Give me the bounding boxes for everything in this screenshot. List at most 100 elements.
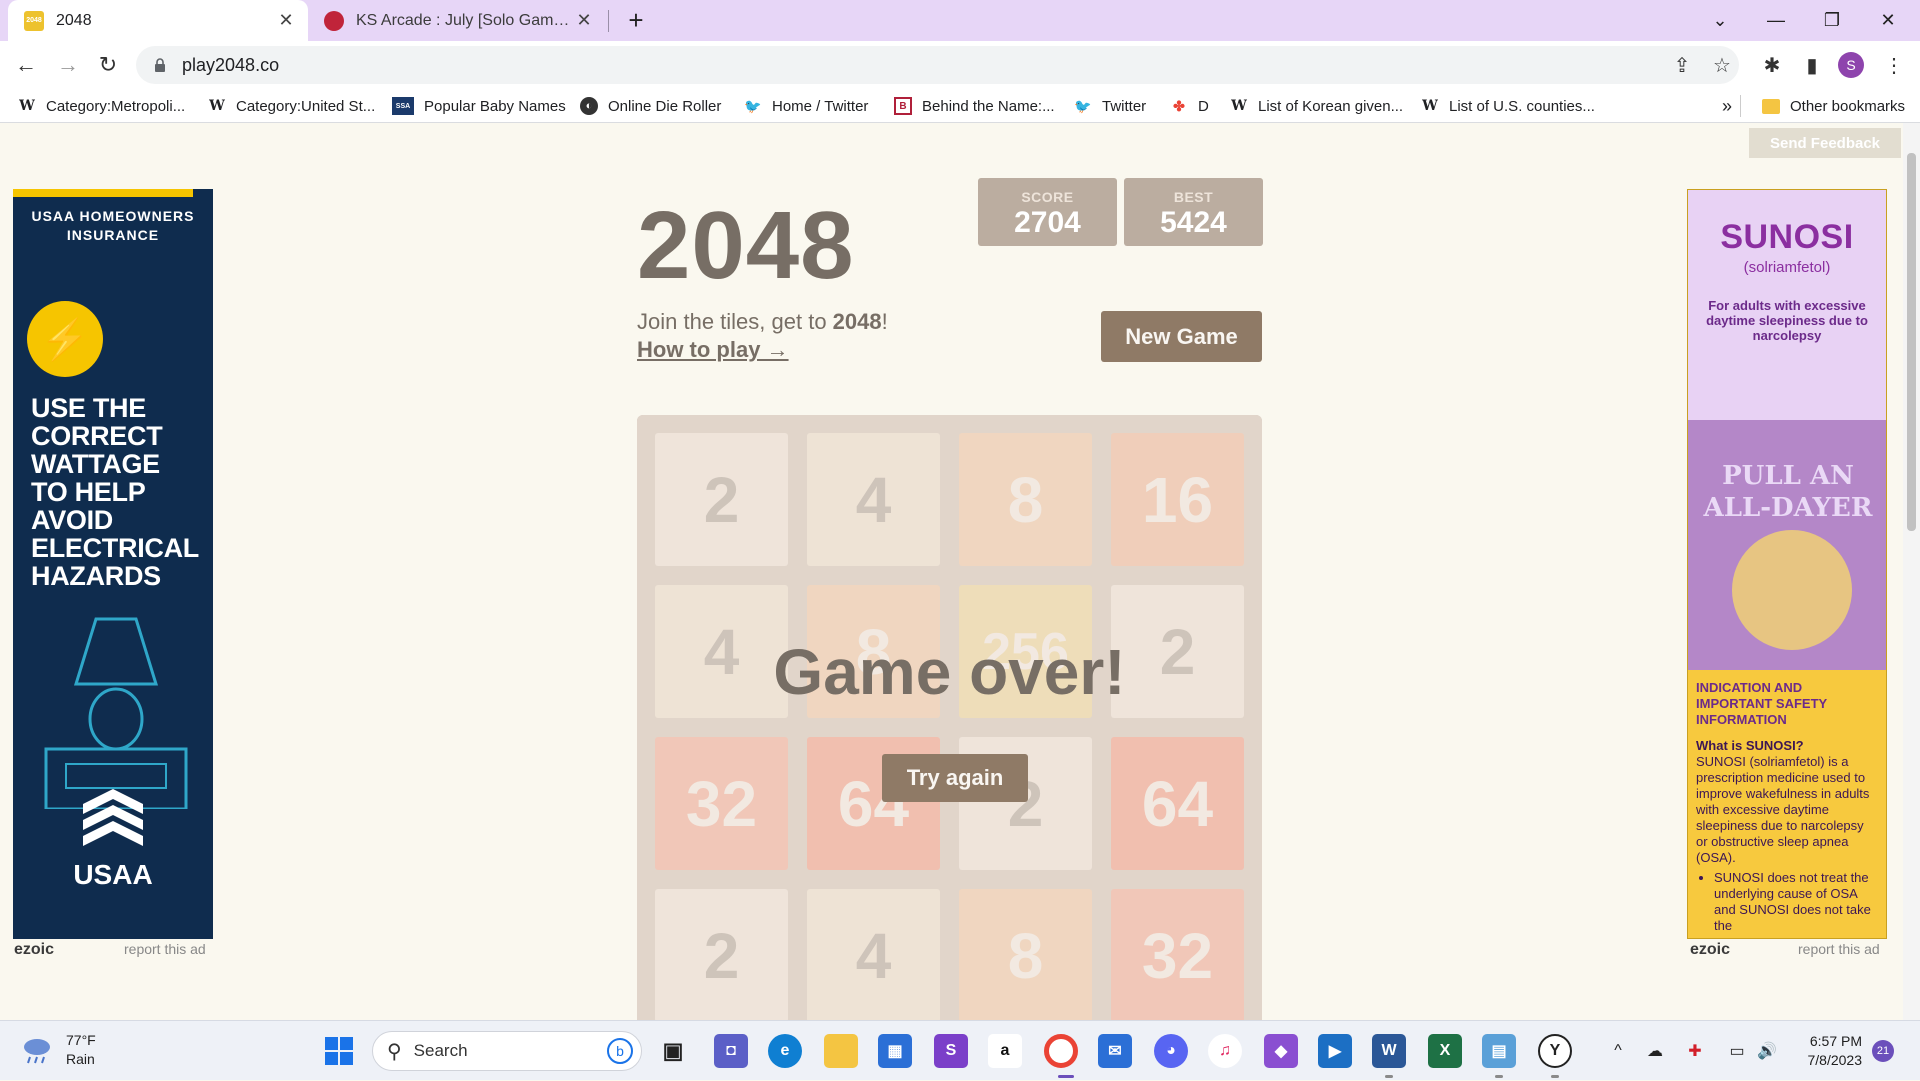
wikipedia-icon: W — [209, 98, 225, 114]
app-running-indicator — [1495, 1075, 1503, 1078]
bookmark-item[interactable]: ✤ D — [1170, 89, 1209, 123]
profile-avatar[interactable]: S — [1838, 52, 1864, 78]
edge-icon[interactable]: e — [768, 1034, 802, 1068]
browser-toolbar: ← → ↻ play2048.co ⇪ ☆ ✱ ▮ S ⋮ — [0, 41, 1920, 89]
wikipedia-icon: W — [19, 98, 35, 114]
menu-icon[interactable]: ⋮ — [1878, 49, 1910, 81]
ad-subtitle: (solriamfetol) — [1743, 259, 1831, 276]
show-hidden-icons-chevron-icon[interactable]: ^ — [1604, 1021, 1632, 1081]
twitch-style-app-icon[interactable]: ◆ — [1264, 1034, 1298, 1068]
wikipedia-icon: W — [1231, 98, 1247, 114]
mail-icon[interactable]: ✉ — [1098, 1034, 1132, 1068]
clock-app-icon[interactable]: Y — [1538, 1034, 1572, 1068]
close-tab-icon[interactable]: ✕ — [276, 10, 296, 31]
right-advertisement[interactable]: SUNOSI (solriamfetol) For adults with ex… — [1687, 189, 1887, 939]
left-advertisement[interactable]: USAA HOMEOWNERS INSURANCE ⚡ USE THE CORR… — [13, 189, 213, 939]
calendar-app-icon[interactable]: ▤ — [1482, 1034, 1516, 1068]
weather-temperature: 77°F — [66, 1032, 96, 1048]
discord-icon[interactable]: ◕ — [1154, 1034, 1188, 1068]
bookmark-star-icon[interactable]: ☆ — [1706, 49, 1738, 81]
windows-start-icon[interactable] — [322, 1034, 356, 1068]
ad-info-question: What is SUNOSI? — [1696, 738, 1804, 753]
onenote-icon[interactable]: S — [934, 1034, 968, 1068]
bookmark-label: Popular Baby Names — [424, 97, 566, 115]
tab-search-chevron-icon[interactable]: ⌄ — [1692, 0, 1748, 41]
globe-icon: ◐ — [580, 97, 598, 115]
new-tab-button[interactable]: + — [622, 6, 650, 34]
system-clock[interactable]: 6:57 PM 7/8/2023 — [1800, 1032, 1863, 1070]
taskbar-search[interactable]: ⚲ Search b — [372, 1031, 642, 1071]
amazon-icon[interactable]: a — [988, 1034, 1022, 1068]
volume-icon[interactable]: 🔊 — [1752, 1021, 1782, 1081]
report-ad-link[interactable]: report this ad — [124, 941, 206, 957]
tab-ks-arcade[interactable]: KS Arcade : July [Solo Games] - K ✕ — [316, 0, 606, 41]
forward-button[interactable]: → — [52, 49, 84, 81]
onedrive-cloud-icon[interactable]: ☁ — [1640, 1021, 1670, 1081]
weather-widget[interactable]: 77°F Rain — [20, 1031, 96, 1069]
extensions-icon[interactable]: ✱ — [1756, 49, 1788, 81]
scrollbar-thumb[interactable] — [1907, 153, 1916, 531]
bing-icon[interactable]: b — [607, 1038, 633, 1064]
bookmark-label: Twitter — [1102, 97, 1147, 115]
behind-the-name-icon: B — [894, 97, 912, 115]
bookmarks-bar: W Category:Metropoli... W Category:United … — [0, 89, 1920, 123]
minimize-button[interactable]: — — [1748, 0, 1804, 41]
tab-2048[interactable]: 2048 2048 ✕ — [8, 0, 308, 41]
bookmarks-overflow-button[interactable]: » — [1722, 89, 1732, 123]
media-player-icon[interactable]: ▶ — [1318, 1034, 1352, 1068]
folder-icon — [1762, 98, 1780, 114]
bookmark-item[interactable]: W Category:Metropoli... — [18, 89, 185, 123]
twitter-icon: 🐦 — [744, 97, 762, 114]
share-icon[interactable]: ⇪ — [1666, 49, 1698, 81]
microsoft-store-icon[interactable]: ▦ — [878, 1034, 912, 1068]
ad-info-bullet: SUNOSI does not treat the underlying cau… — [1714, 870, 1878, 934]
reload-button[interactable]: ↻ — [92, 49, 124, 81]
chrome-icon[interactable] — [1044, 1034, 1078, 1068]
ezoic-label: ezoic — [1690, 941, 1731, 958]
game-board[interactable]: 24816482562326426424832 Game over! Try a… — [637, 415, 1262, 1020]
network-icon[interactable]: ▭ — [1722, 1021, 1752, 1081]
word-running-indicator — [1385, 1075, 1393, 1078]
ad-headline: USE THE CORRECT WATTAGE TO HELP AVOID EL… — [31, 393, 199, 591]
bookmark-item[interactable]: SSA Popular Baby Names — [392, 89, 566, 123]
bookmark-item[interactable]: W Category:United St... — [208, 89, 375, 123]
score-label: SCORE — [1021, 189, 1074, 205]
sunosi-logo: SUNOSI — [1720, 218, 1854, 256]
intro-end: ! — [881, 309, 888, 334]
bookmark-item[interactable]: 🐦 Twitter — [1074, 89, 1146, 123]
address-bar[interactable]: play2048.co — [136, 46, 1739, 84]
close-window-button[interactable]: ✕ — [1860, 0, 1916, 41]
word-icon[interactable]: W — [1372, 1034, 1406, 1068]
restore-button[interactable]: ❐ — [1804, 0, 1860, 41]
usaa-logo: USAA — [73, 859, 153, 890]
security-tray-icon[interactable]: ✚ — [1680, 1021, 1710, 1081]
notification-badge[interactable]: 21 — [1872, 1040, 1894, 1062]
bookmark-item[interactable]: 🐦 Home / Twitter — [744, 89, 868, 123]
bookmark-item[interactable]: W List of U.S. counties... — [1421, 89, 1595, 123]
game-over-overlay: Game over! Try again — [637, 415, 1262, 1020]
lock-icon[interactable] — [152, 57, 168, 73]
teams-icon[interactable]: ◘ — [714, 1034, 748, 1068]
other-bookmarks-folder[interactable]: Other bookmarks — [1762, 89, 1905, 123]
try-again-button[interactable]: Try again — [882, 754, 1028, 802]
bookmark-label: List of Korean given... — [1258, 97, 1404, 115]
url-text[interactable]: play2048.co — [182, 55, 279, 76]
back-button[interactable]: ← — [10, 49, 42, 81]
bookmark-item[interactable]: B Behind the Name:... — [894, 89, 1055, 123]
close-tab-icon[interactable]: ✕ — [574, 10, 594, 31]
task-view-icon[interactable]: ▣ — [656, 1034, 690, 1068]
how-to-play-link[interactable]: How to play → — [637, 337, 789, 363]
report-ad-link[interactable]: report this ad — [1798, 941, 1880, 957]
excel-icon[interactable]: X — [1428, 1034, 1462, 1068]
bookmark-item[interactable]: ◐ Online Die Roller — [580, 89, 721, 123]
new-game-button[interactable]: New Game — [1101, 311, 1262, 362]
bookmark-item[interactable]: W List of Korean given... — [1230, 89, 1403, 123]
ezoic-badge[interactable]: ezoic — [14, 941, 54, 959]
send-feedback-button[interactable]: Send Feedback — [1749, 128, 1901, 158]
side-panel-icon[interactable]: ▮ — [1796, 49, 1828, 81]
file-explorer-icon[interactable] — [824, 1034, 858, 1068]
itunes-icon[interactable]: ♫ — [1208, 1034, 1242, 1068]
page-scrollbar[interactable] — [1903, 123, 1920, 1020]
bookmark-label: D — [1198, 97, 1209, 115]
ezoic-badge[interactable]: ezoic — [1690, 941, 1730, 959]
